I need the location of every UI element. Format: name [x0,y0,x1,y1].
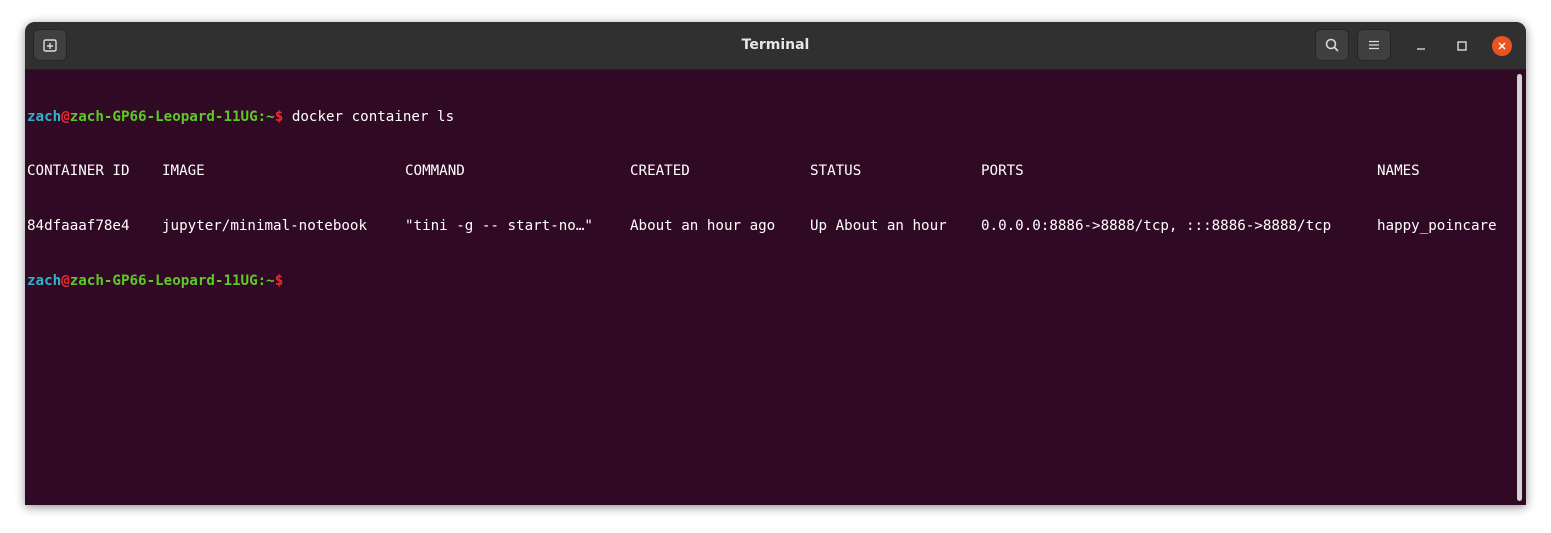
cell-container-id: 84dfaaaf78e4 [27,218,130,235]
cell-command: "tini -g -- start-no…" [405,218,593,235]
scrollbar[interactable] [1517,74,1522,501]
header-names: NAMES [1377,163,1420,180]
prompt-path: :~ [257,108,275,125]
cell-created: About an hour ago [630,218,776,235]
close-button[interactable] [1492,36,1512,56]
close-icon [1498,42,1506,50]
header-status: STATUS [810,163,862,180]
header-ports: PORTS [981,163,1024,180]
menu-button[interactable] [1357,29,1391,61]
header-command: COMMAND [405,163,465,180]
prompt-host: zach-GP66-Leopard-11UG [69,273,258,290]
prompt-symbol: $ [274,273,284,290]
header-container-id: CONTAINER ID [27,163,130,180]
title-bar[interactable]: Terminal [25,22,1526,70]
prompt-host: zach-GP66-Leopard-11UG [69,108,258,125]
search-icon [1325,38,1339,52]
hamburger-menu-icon [1369,40,1379,50]
prompt-path: :~ [257,273,275,290]
cell-image: jupyter/minimal-notebook [162,218,367,235]
terminal-window: Terminal zach@zach-GP66-Leopard-11UG:~$ … [25,22,1526,505]
window-title: Terminal [741,37,810,53]
table-row: 84dfaaaf78e4 jupyter/minimal-notebook "tin… [27,217,1512,235]
maximize-button[interactable] [1452,36,1472,56]
minimize-button[interactable] [1411,36,1431,56]
prompt-line: zach@zach-GP66-Leopard-11UG:~$ docker co… [27,108,1512,126]
prompt-symbol: $ [274,108,284,125]
search-button[interactable] [1315,29,1349,61]
maximize-icon [1457,41,1467,51]
prompt-line: zach@zach-GP66-Leopard-11UG:~$ [27,272,1512,290]
cell-names: happy_poincare [1377,218,1497,235]
header-created: CREATED [630,163,690,180]
prompt-at: @ [61,108,70,125]
prompt-at: @ [61,273,70,290]
prompt-user: zach [27,273,62,290]
header-image: IMAGE [162,163,205,180]
terminal-output[interactable]: zach@zach-GP66-Leopard-11UG:~$ docker co… [27,70,1512,505]
minimize-icon [1417,48,1425,50]
cell-status: Up About an hour [810,218,947,235]
command-text: docker container ls [283,108,455,125]
cell-ports: 0.0.0.0:8886->8888/tcp, :::8886->8888/tc… [981,218,1332,235]
table-header-row: CONTAINER ID IMAGE COMMAND CREATED STATUS POR… [27,162,1512,180]
prompt-user: zach [27,108,62,125]
